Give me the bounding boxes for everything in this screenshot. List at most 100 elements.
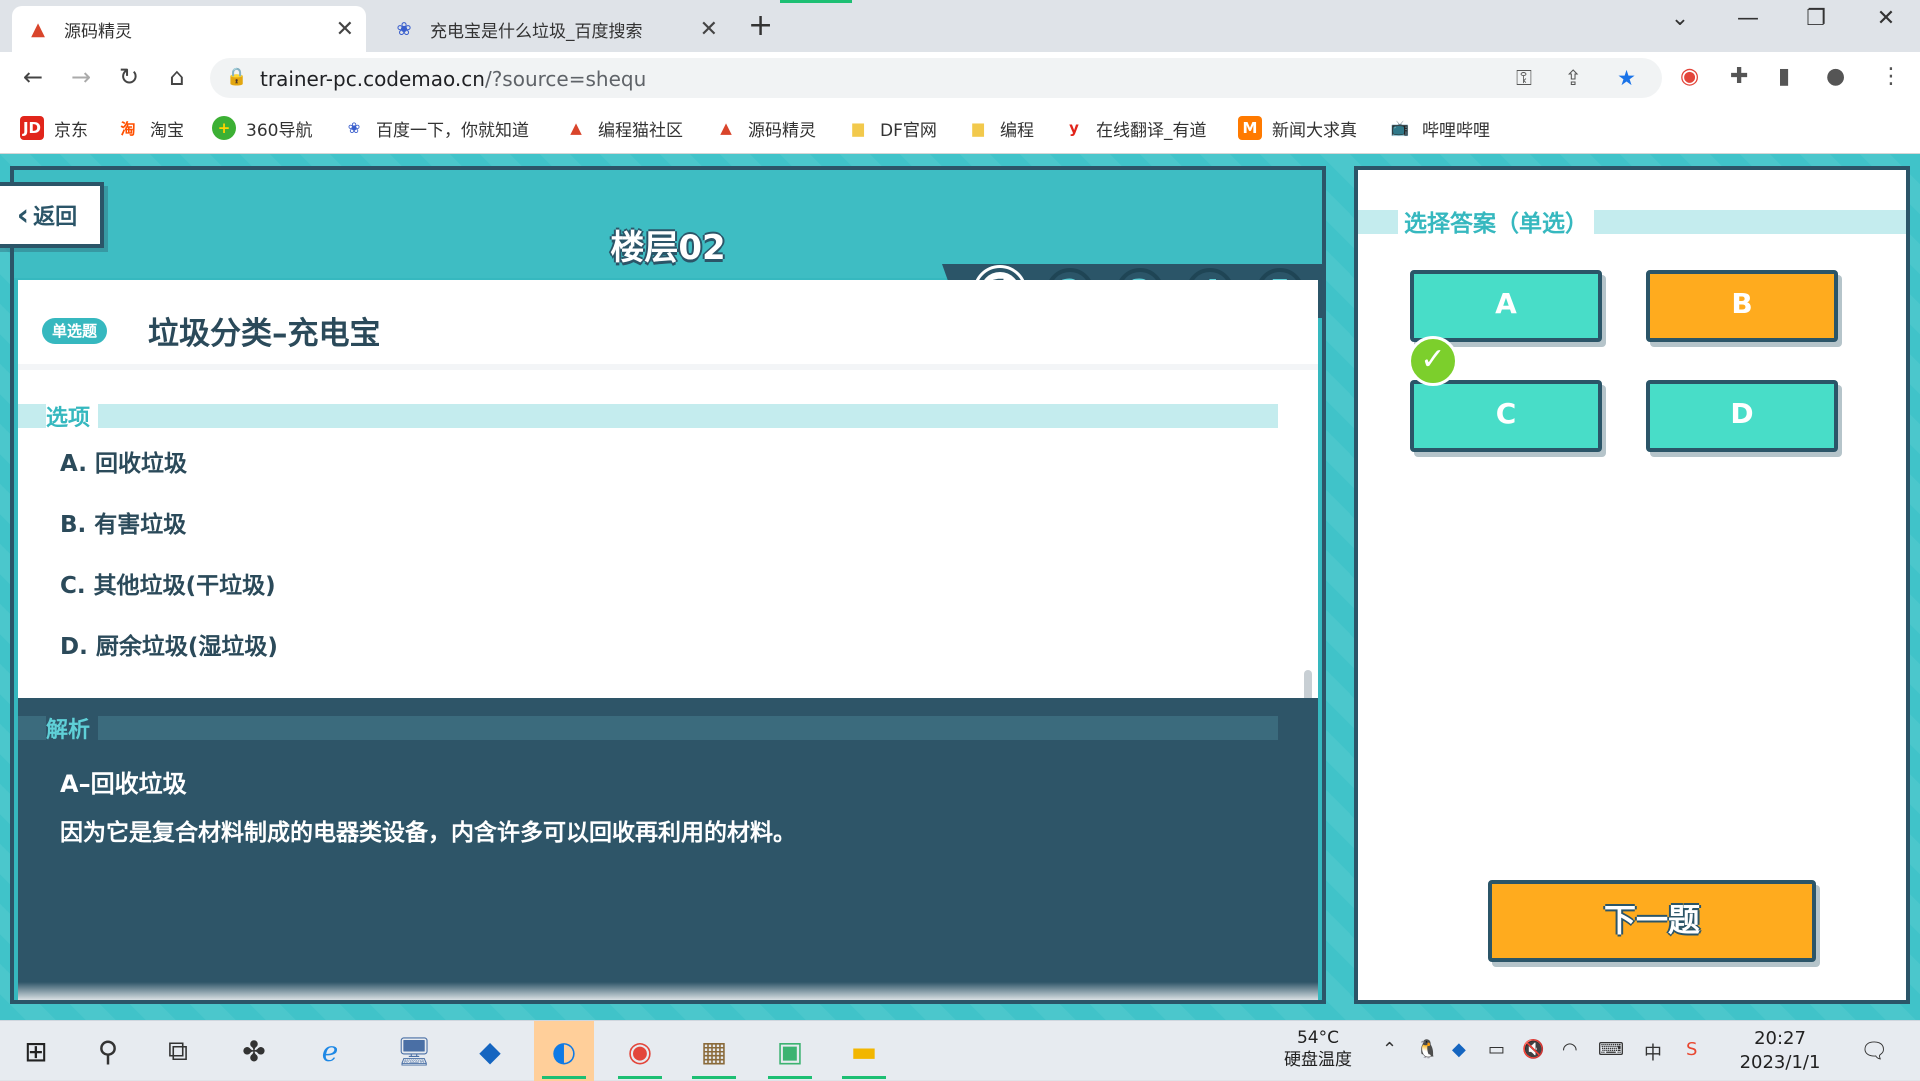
analysis-section-bar: 解析	[18, 712, 1278, 744]
tab-baidu-search[interactable]: ❀ 充电宝是什么垃圾_百度搜索 ✕	[378, 6, 730, 52]
home-icon[interactable]: ⌂	[162, 62, 192, 92]
back-arrow-icon[interactable]: ←	[18, 62, 48, 92]
battery-icon[interactable]: ▭	[1488, 1039, 1505, 1060]
qq-icon[interactable]: 🐧	[1416, 1039, 1438, 1060]
answer-c-button[interactable]: C	[1410, 380, 1602, 452]
ime-indicator[interactable]: 中	[1644, 1039, 1662, 1065]
task-view-icon[interactable]: ⧉	[148, 1021, 208, 1081]
next-question-button[interactable]: 下一题	[1488, 880, 1816, 962]
correct-check-icon: ✓	[1408, 336, 1458, 386]
answer-b-button[interactable]: B	[1646, 270, 1838, 342]
answer-heading: 选择答案（单选）	[1398, 204, 1594, 238]
back-button[interactable]: ‹ 返回	[0, 182, 104, 248]
question-title: 垃圾分类–充电宝	[148, 316, 381, 352]
bookmark-df[interactable]: ▆ DF官网	[846, 114, 937, 142]
reload-icon[interactable]: ↻	[114, 62, 144, 92]
bottom-fade	[18, 982, 1318, 1000]
wifi-icon[interactable]: ◠	[1562, 1039, 1578, 1060]
option-d: D. 厨余垃圾(湿垃圾)	[60, 634, 278, 660]
restore-icon[interactable]: ❐	[1796, 6, 1836, 31]
analysis-area: 解析 A–回收垃圾 因为它是复合材料制成的电器类设备，内含许多可以回收再利用的材…	[18, 698, 1318, 992]
share-icon[interactable]: ⇪	[1564, 66, 1582, 90]
search-icon[interactable]: ⚲	[78, 1021, 138, 1081]
spirit-favicon-icon: ▲	[31, 18, 45, 40]
pinwheel-app-icon[interactable]: ✤	[224, 1021, 284, 1081]
forward-arrow-icon[interactable]: →	[66, 62, 96, 92]
quiz-page: 楼层02 1 2 3 4 5 单选题 垃圾分类–充电宝 选项 A. 回收垃圾 B…	[0, 154, 1920, 1020]
system-clock[interactable]: 20:27 2023/1/1	[1728, 1027, 1832, 1075]
url-text[interactable]: trainer-pc.codemao.cn/?source=shequ	[260, 67, 646, 91]
baidu-paw-icon: ❀	[396, 18, 412, 40]
internet-explorer-icon[interactable]: ℯ	[300, 1021, 360, 1081]
file-explorer-icon[interactable]: ▬	[834, 1021, 894, 1081]
puzzle-extensions-icon[interactable]: ✚	[1730, 64, 1748, 89]
bookmark-star-icon[interactable]: ★	[1617, 66, 1636, 90]
bookmark-bilibili[interactable]: 📺 哔哩哔哩	[1388, 114, 1490, 142]
chevron-up-icon[interactable]: ⌃	[1382, 1039, 1397, 1060]
lock-icon: 🔒	[226, 67, 248, 87]
side-panel-icon[interactable]: ▮	[1778, 64, 1790, 89]
disk-temperature[interactable]: 54°C 硬盘温度	[1278, 1027, 1358, 1071]
notification-icon[interactable]: 🗨	[1860, 1039, 1888, 1064]
youdao-icon: y	[1069, 119, 1079, 137]
baidu-paw-icon: ❀	[347, 119, 361, 137]
green-note-app-icon[interactable]: ▣	[760, 1021, 820, 1081]
floor-title: 楼层02	[610, 228, 726, 268]
address-bar[interactable]: 🔒 trainer-pc.codemao.cn/?source=shequ ⚿ …	[210, 58, 1662, 98]
profile-avatar-icon[interactable]: ●	[1826, 64, 1845, 89]
option-a: A. 回收垃圾	[60, 451, 187, 477]
bookmark-taobao[interactable]: 淘淘宝	[116, 114, 184, 142]
tab-search-chevron-icon[interactable]: ⌄	[1660, 6, 1700, 31]
loading-indicator	[780, 0, 852, 3]
menu-kebab-icon[interactable]: ⋮	[1880, 64, 1902, 89]
option-b: B. 有害垃圾	[60, 512, 187, 538]
feishu-app-icon[interactable]: ◆	[460, 1021, 520, 1081]
options-scroll[interactable]: 选项 A. 回收垃圾 B. 有害垃圾 C. 其他垃圾(干垃圾) D. 厨余垃圾(…	[18, 376, 1318, 698]
password-key-icon[interactable]: ⚿	[1516, 66, 1532, 91]
answer-d-button[interactable]: D	[1646, 380, 1838, 452]
back-label: 返回	[33, 205, 78, 230]
question-panel: 楼层02 1 2 3 4 5 单选题 垃圾分类–充电宝 选项 A. 回收垃圾 B…	[10, 166, 1326, 1004]
computer-app-icon[interactable]: 🖥	[384, 1021, 444, 1081]
sogou-ime-icon[interactable]: S	[1686, 1039, 1697, 1060]
bookmark-yuanma[interactable]: ▲ 源码精灵	[714, 114, 816, 142]
chevron-left-icon: ‹	[16, 197, 30, 233]
question-type-badge: 单选题	[42, 318, 108, 344]
keyboard-icon[interactable]: ⌨	[1598, 1039, 1624, 1060]
feishu-tray-icon[interactable]: ◆	[1452, 1039, 1466, 1060]
answer-panel: 选择答案（单选） A B C D ✓ 下一题	[1354, 166, 1910, 1004]
tab-title: 充电宝是什么垃圾_百度搜索	[430, 21, 643, 42]
browser-toolbar: ← → ↻ ⌂ 🔒 trainer-pc.codemao.cn/?source=…	[0, 52, 1920, 102]
options-label: 选项	[46, 400, 99, 432]
bookmark-biancheng[interactable]: ▆ 编程	[966, 114, 1034, 142]
bookmark-news[interactable]: M 新闻大求真	[1238, 114, 1357, 142]
minimize-icon[interactable]: —	[1728, 6, 1768, 31]
taobao-icon: 淘	[120, 119, 136, 138]
windows-start-icon[interactable]: ⊞	[6, 1021, 66, 1081]
close-tab-icon[interactable]: ✕	[336, 17, 354, 42]
folder-icon: ▆	[852, 119, 864, 137]
tab-yuanma[interactable]: ▲ 源码精灵 ✕	[12, 6, 366, 52]
analysis-label: 解析	[46, 712, 99, 744]
close-window-icon[interactable]: ✕	[1866, 6, 1906, 31]
codemao-icon: ▲	[570, 119, 582, 137]
bookmark-youdao[interactable]: y 在线翻译_有道	[1062, 114, 1206, 142]
bookmark-360[interactable]: +360导航	[212, 114, 312, 142]
answer-explanation: 因为它是复合材料制成的电器类设备，内含许多可以回收再利用的材料。	[60, 820, 796, 846]
new-tab-plus-icon[interactable]: +	[748, 8, 773, 43]
bookmarks-bar: JD 京东 淘淘宝 +360导航 ❀ 百度一下，你就知道 ▲ 编程猫社区 ▲ 源码精灵 …	[0, 102, 1920, 154]
360-icon: +	[212, 116, 236, 140]
folder-icon: ▆	[972, 119, 984, 137]
bookmark-baidu[interactable]: ❀ 百度一下，你就知道	[342, 114, 529, 142]
chrome-browser-icon[interactable]: ◉	[610, 1021, 670, 1081]
speaker-muted-icon[interactable]: 🔇	[1522, 1039, 1544, 1060]
spirit-icon: ▲	[720, 119, 732, 137]
bookmark-codemao-community[interactable]: ▲ 编程猫社区	[564, 114, 683, 142]
answer-a-button[interactable]: A	[1410, 270, 1602, 342]
bilibili-tv-icon: 📺	[1390, 119, 1410, 137]
toolbox-app-icon[interactable]: ▦	[684, 1021, 744, 1081]
bookmark-jd[interactable]: JD 京东	[20, 114, 88, 142]
close-tab-icon[interactable]: ✕	[700, 17, 718, 42]
chrome-extension-icon[interactable]: ◉	[1680, 64, 1699, 89]
edge-browser-icon[interactable]: ◐	[534, 1021, 594, 1081]
